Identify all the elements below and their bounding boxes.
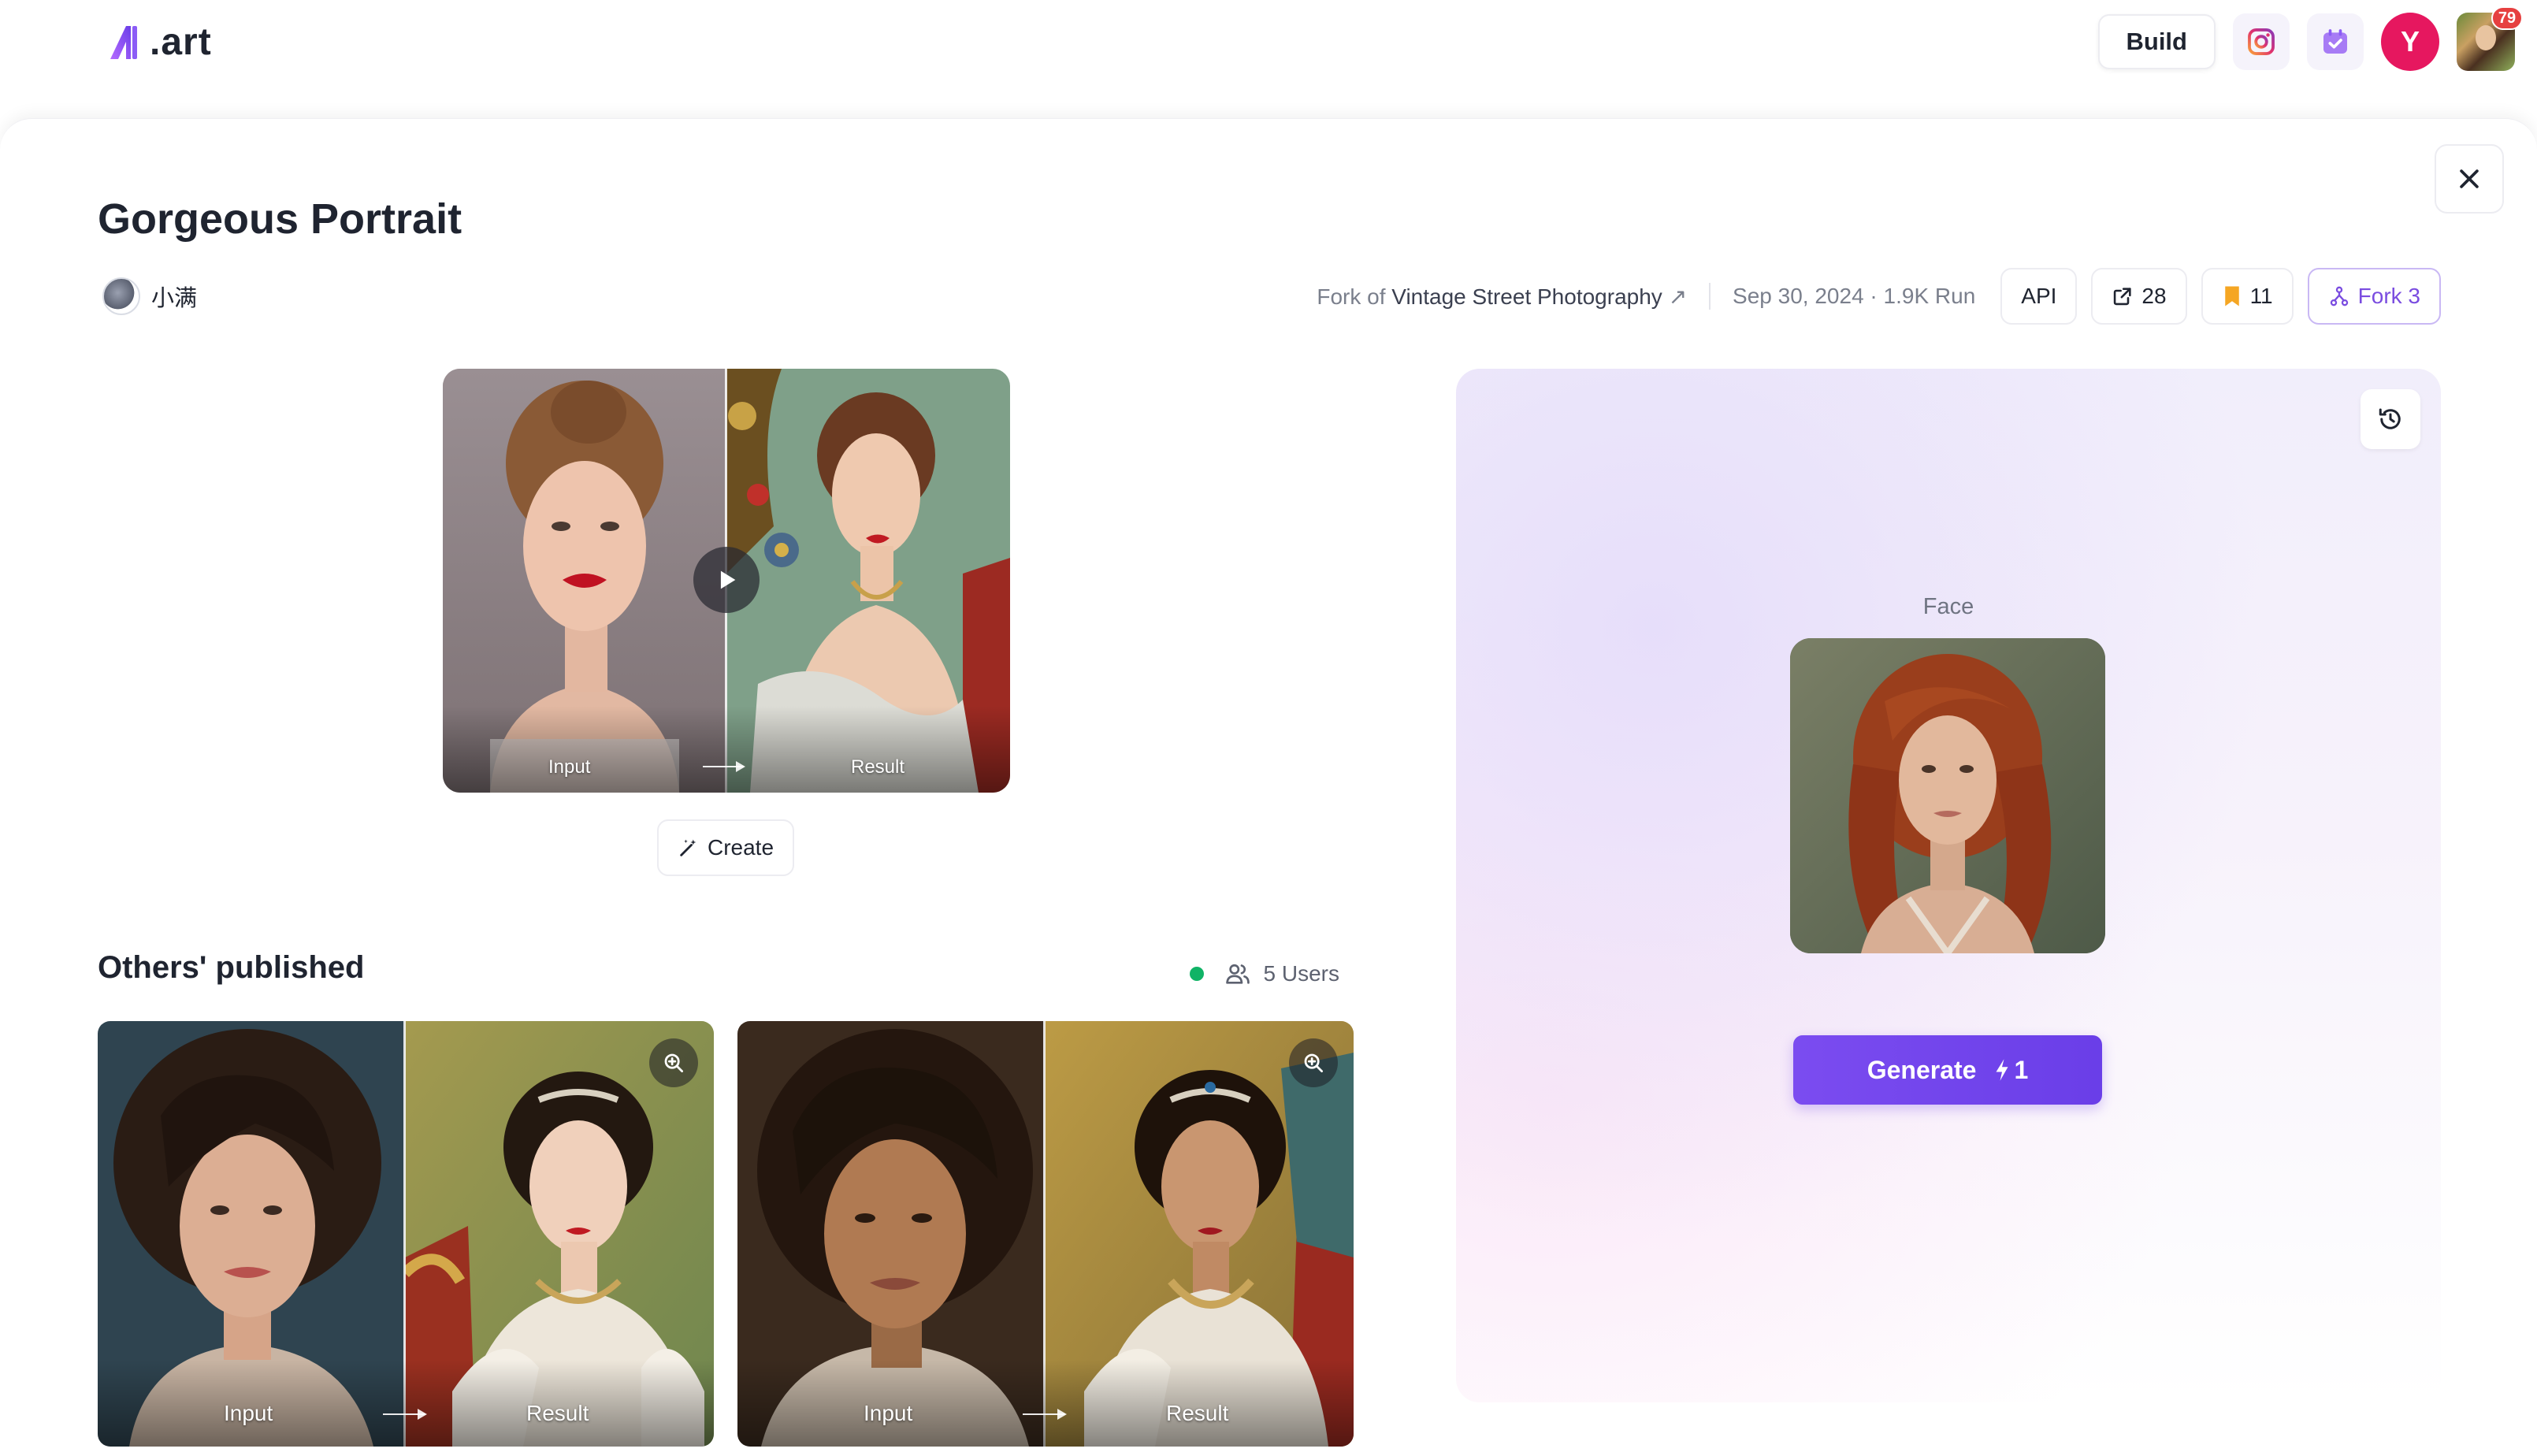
fork-of[interactable]: Fork of Vintage Street Photography ↗ bbox=[1317, 284, 1687, 310]
avatar-face bbox=[2476, 25, 2496, 50]
calendar-button[interactable] bbox=[2307, 13, 2364, 70]
history-icon bbox=[2379, 408, 2401, 429]
generate-cost: 1 bbox=[1993, 1056, 2028, 1085]
magic-wand-icon bbox=[680, 839, 696, 856]
zoom-button[interactable] bbox=[1289, 1038, 1338, 1087]
others-published-title: Others' published bbox=[98, 950, 365, 985]
api-label: API bbox=[2021, 284, 2057, 308]
top-bar: .art Build Y 79 bbox=[0, 0, 2537, 118]
generate-label: Generate bbox=[1867, 1055, 1977, 1084]
zoom-in-icon bbox=[1304, 1053, 1323, 1072]
published-card[interactable]: Input Result bbox=[98, 1021, 714, 1447]
api-button[interactable]: API bbox=[2000, 268, 2078, 325]
instagram-icon bbox=[2248, 28, 2275, 55]
fork-button[interactable]: Fork 3 bbox=[2307, 268, 2441, 325]
online-dot bbox=[1189, 967, 1204, 981]
close-icon bbox=[2460, 169, 2479, 188]
result-label: Result bbox=[526, 1401, 589, 1425]
users-stat: 5 Users bbox=[1189, 956, 1339, 991]
instagram-button[interactable] bbox=[2233, 13, 2290, 70]
notifications-avatar[interactable]: 79 bbox=[2457, 6, 2523, 71]
users-count: 5 Users bbox=[1263, 961, 1339, 986]
share-icon bbox=[2114, 288, 2132, 306]
fork-icon bbox=[2330, 286, 2348, 306]
caption-fade bbox=[737, 1360, 1354, 1447]
date-and-runs: Sep 30, 2024 · 1.9K Run bbox=[1733, 284, 1976, 308]
external-link-icon: ↗ bbox=[1668, 284, 1688, 309]
input-label: Input bbox=[864, 1401, 913, 1425]
logo[interactable]: .art bbox=[107, 14, 212, 69]
close-button[interactable] bbox=[2435, 144, 2504, 214]
create-label: Create bbox=[707, 835, 774, 860]
zoom-button[interactable] bbox=[649, 1038, 698, 1087]
generate-button[interactable]: Generate 1 bbox=[1793, 1035, 2102, 1105]
bookmark-button[interactable]: 11 bbox=[2201, 268, 2294, 325]
user-avatar[interactable]: Y bbox=[2381, 13, 2439, 71]
input-label: Input bbox=[548, 756, 591, 778]
fork-of-prefix: Fork of bbox=[1317, 284, 1386, 309]
face-input-label: Face bbox=[1922, 594, 1974, 619]
share-button[interactable]: 28 bbox=[2091, 268, 2187, 325]
zoom-in-icon bbox=[664, 1053, 683, 1072]
arrow-right-icon bbox=[383, 1409, 427, 1420]
generate-cost-value: 1 bbox=[2014, 1055, 2029, 1084]
result-label: Result bbox=[1166, 1401, 1229, 1425]
author-name: 小满 bbox=[151, 284, 198, 311]
logo-a-icon bbox=[110, 26, 137, 59]
bookmark-icon bbox=[2224, 286, 2239, 306]
logo-text: .art bbox=[150, 20, 212, 63]
history-button[interactable] bbox=[2361, 389, 2420, 449]
notification-badge: 79 bbox=[2491, 6, 2523, 30]
workflow-meta: Fork of Vintage Street Photography ↗ Sep… bbox=[1317, 266, 2441, 326]
generator-panel: Face Generate 1 bbox=[1456, 369, 2441, 1402]
play-icon bbox=[720, 570, 736, 589]
fork-label: Fork 3 bbox=[2357, 284, 2420, 308]
fork-of-link[interactable]: Vintage Street Photography bbox=[1391, 284, 1662, 309]
author[interactable]: 小满 bbox=[102, 277, 197, 316]
author-avatar bbox=[102, 277, 140, 315]
published-card[interactable]: Input Result bbox=[737, 1021, 1354, 1447]
input-label: Input bbox=[224, 1401, 273, 1425]
arrow-right-icon bbox=[1023, 1409, 1067, 1420]
top-actions: Build Y 79 bbox=[2097, 6, 2523, 71]
lightning-icon bbox=[1996, 1059, 2008, 1081]
users-icon bbox=[1225, 964, 1250, 984]
create-button[interactable]: Create bbox=[657, 819, 794, 876]
caption-fade bbox=[443, 706, 1010, 793]
share-count: 28 bbox=[2141, 284, 2167, 308]
build-button[interactable]: Build bbox=[2097, 14, 2216, 69]
face-upload[interactable] bbox=[1790, 638, 2105, 953]
result-label: Result bbox=[851, 756, 905, 778]
play-button[interactable] bbox=[693, 547, 760, 613]
bookmark-count: 11 bbox=[2249, 284, 2273, 308]
calendar-check-icon bbox=[2323, 29, 2347, 54]
page-title: Gorgeous Portrait bbox=[98, 195, 462, 243]
meta-divider bbox=[1709, 283, 1711, 310]
arrow-right-icon bbox=[703, 761, 745, 772]
caption-fade bbox=[98, 1360, 714, 1447]
